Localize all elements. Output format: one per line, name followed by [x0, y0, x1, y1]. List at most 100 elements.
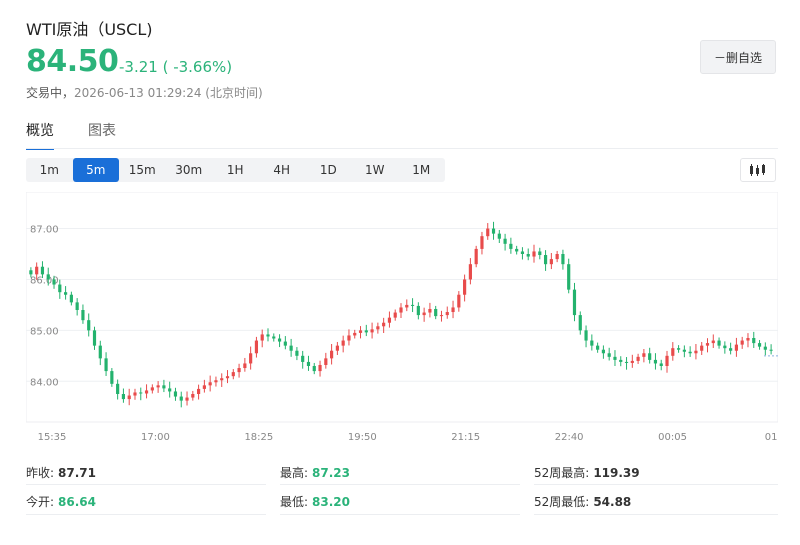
- y-tick-label: 84.00: [30, 377, 59, 388]
- candle-body: [642, 353, 646, 357]
- stat-prev-close: 昨收: 87.71: [26, 464, 96, 481]
- period-30m[interactable]: 30m: [166, 158, 213, 182]
- candle-body: [179, 396, 183, 401]
- stat-label: 今开:: [26, 495, 55, 509]
- period-1h[interactable]: 1H: [212, 158, 259, 182]
- candle-body: [364, 330, 368, 333]
- candle-body: [306, 361, 311, 366]
- candle-body: [590, 340, 594, 346]
- remove-watchlist-button[interactable]: －删自选: [700, 40, 776, 74]
- candle-body: [92, 330, 97, 346]
- trading-status: 交易中，2026-06-13 01:29:24 (北京时间): [26, 84, 263, 101]
- stat-divider: [534, 484, 778, 485]
- candle-body: [243, 363, 247, 369]
- candle-body: [191, 394, 195, 398]
- x-tick-label: 18:25: [244, 432, 273, 443]
- candle-body: [46, 274, 50, 280]
- candle-body: [630, 360, 634, 363]
- candle-body: [341, 340, 345, 346]
- candle-body: [324, 358, 328, 365]
- candle-body: [40, 266, 45, 275]
- candle-body: [266, 334, 270, 337]
- candle-body: [503, 238, 507, 244]
- candle-body: [283, 341, 287, 346]
- candle-body: [387, 317, 392, 323]
- tab-overview[interactable]: 概览: [26, 120, 54, 150]
- candle-body: [231, 372, 235, 377]
- candle-body: [584, 330, 588, 341]
- candle-body: [497, 233, 501, 239]
- candle-body: [428, 308, 432, 313]
- candle-body: [682, 349, 686, 352]
- candle-body: [301, 355, 305, 362]
- candle-body: [520, 251, 525, 254]
- candle-body: [254, 340, 259, 354]
- candle-body: [87, 320, 91, 331]
- stat-value: 83.20: [312, 495, 351, 509]
- period-1d[interactable]: 1D: [305, 158, 352, 182]
- stat-value: 87.23: [312, 466, 351, 480]
- candle-body: [376, 326, 380, 330]
- y-tick-label: 87.00: [30, 225, 59, 236]
- candle-body: [139, 392, 143, 394]
- candle-body: [144, 390, 149, 394]
- price-chart[interactable]: 87.0086.0085.0084.0015:35 17:00 18:25 19:50…: [26, 192, 778, 446]
- candle-body: [451, 307, 455, 313]
- candle-body: [121, 394, 126, 400]
- period-5m[interactable]: 5m: [72, 158, 119, 182]
- candle-body: [752, 338, 756, 344]
- stat-label: 52周最高:: [534, 466, 590, 480]
- candle-body: [549, 259, 553, 265]
- candle-body: [763, 346, 767, 350]
- candle-body: [202, 385, 206, 389]
- candle-body: [330, 350, 334, 359]
- candle-body: [399, 307, 403, 313]
- candle-body: [214, 380, 218, 383]
- candle-body: [358, 330, 363, 333]
- tab-chart[interactable]: 图表: [88, 120, 116, 150]
- period-15m[interactable]: 15m: [119, 158, 166, 182]
- candle-body: [127, 395, 131, 400]
- candle-body: [295, 350, 299, 356]
- candle-body: [769, 349, 773, 351]
- candlestick-icon: [750, 164, 765, 176]
- period-1m[interactable]: 1m: [26, 158, 73, 182]
- candle-body: [486, 228, 490, 237]
- candle-body: [757, 343, 762, 347]
- candle-body: [416, 305, 420, 316]
- view-tabs: 概览 图表: [26, 120, 116, 150]
- period-4h[interactable]: 4H: [259, 158, 306, 182]
- candle-body: [289, 345, 293, 351]
- candle-body: [405, 304, 409, 308]
- candle-body: [318, 364, 322, 372]
- candle-body: [624, 361, 629, 363]
- candle-body: [532, 251, 536, 257]
- period-1month[interactable]: 1M: [398, 158, 445, 182]
- candle-body: [648, 353, 652, 360]
- candle-body: [249, 353, 253, 364]
- candle-body: [474, 248, 478, 265]
- candle-body: [740, 340, 744, 345]
- stat-low: 最低: 83.20: [280, 493, 350, 510]
- candle-body: [636, 356, 640, 361]
- candle-body: [422, 312, 426, 316]
- candle-body: [58, 284, 62, 293]
- candle-body: [393, 312, 397, 318]
- candle-body: [705, 343, 710, 346]
- period-1w[interactable]: 1W: [352, 158, 399, 182]
- stat-52w-high: 52周最高: 119.39: [534, 464, 640, 481]
- candle-body: [601, 349, 605, 354]
- candle-body: [676, 348, 681, 350]
- candle-body: [538, 251, 542, 256]
- candle-body: [410, 304, 415, 306]
- candle-body: [578, 315, 582, 331]
- candle-body: [515, 248, 519, 252]
- x-tick-label: 15:35: [38, 432, 67, 443]
- stat-label: 52周最低:: [534, 495, 590, 509]
- candle-body: [509, 243, 513, 249]
- candle-body: [671, 348, 675, 356]
- candlestick-toggle-button[interactable]: [740, 158, 776, 182]
- candle-body: [717, 340, 721, 346]
- candle-body: [104, 358, 108, 372]
- candle-body: [197, 388, 201, 394]
